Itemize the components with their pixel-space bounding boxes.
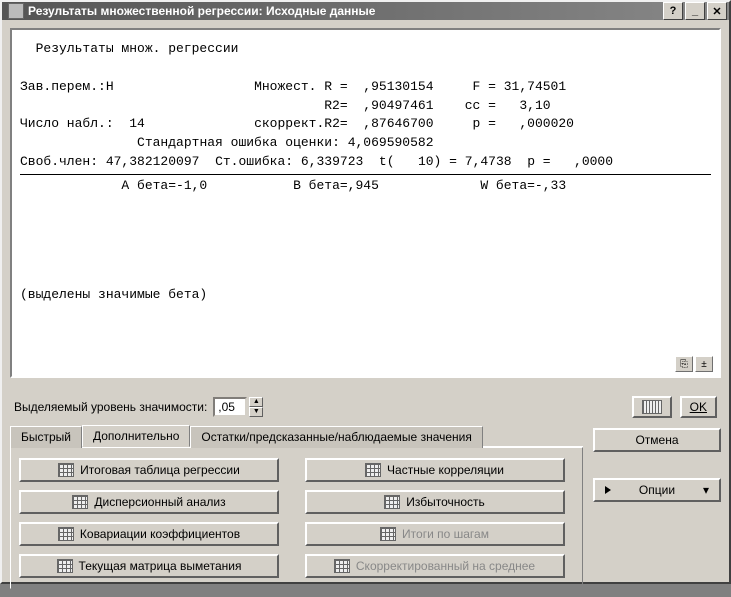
tab-residuals[interactable]: Остатки/предсказанные/наблюдаемые значен… <box>190 426 483 448</box>
table-icon <box>57 559 73 573</box>
btn-regression-summary[interactable]: Итоговая таблица регрессии <box>19 458 279 482</box>
results-panel: Результаты множ. регрессии Зав.перем.:Н … <box>10 28 721 378</box>
cancel-button[interactable]: Отмена <box>593 428 721 452</box>
table-icon <box>58 527 74 541</box>
btn-sweep-matrix[interactable]: Текущая матрица выметания <box>19 554 279 578</box>
hr <box>20 174 711 175</box>
spin-up-icon[interactable]: ▲ <box>249 397 263 407</box>
tab-quick[interactable]: Быстрый <box>10 426 82 448</box>
btn-anova[interactable]: Дисперсионный анализ <box>19 490 279 514</box>
tab-additional[interactable]: Дополнительно <box>82 425 190 447</box>
summary-icon <box>642 400 662 414</box>
table-icon <box>365 463 381 477</box>
table-icon <box>384 495 400 509</box>
alpha-label: Выделяемый уровень значимости: <box>14 400 207 414</box>
alpha-spinner[interactable]: ▲ ▼ <box>249 397 263 417</box>
table-icon <box>72 495 88 509</box>
results-heading: Результаты множ. регрессии <box>20 40 711 59</box>
table-icon <box>334 559 350 573</box>
app-icon <box>8 3 24 19</box>
spin-down-icon[interactable]: ▼ <box>249 407 263 417</box>
window-title: Результаты множественной регрессии: Исхо… <box>28 4 661 18</box>
titlebar: Результаты множественной регрессии: Исхо… <box>2 2 729 20</box>
btn-adjusted-mean: Скорректированный на среднее <box>305 554 565 578</box>
btn-covariances[interactable]: Ковариации коэффициентов <box>19 522 279 546</box>
stats-line-1: Зав.перем.:Н Множест. R = ,95130154 F = … <box>20 78 711 97</box>
tab-panel: Итоговая таблица регрессии Частные корре… <box>10 447 583 589</box>
mini-toolbar: ⎘ ± <box>675 356 713 372</box>
ok-button[interactable]: OK <box>680 396 717 418</box>
copy-icon[interactable]: ⎘ <box>675 356 693 372</box>
chevron-down-icon: ▾ <box>703 483 709 497</box>
side-column: Отмена Опции▾ <box>593 424 721 589</box>
table-icon <box>58 463 74 477</box>
options-arrow-icon <box>605 483 611 497</box>
summary-button[interactable] <box>632 396 672 418</box>
app-window: Результаты множественной регрессии: Исхо… <box>0 0 731 584</box>
stats-line-4: Стандартная ошибка оценки: 4,069590582 <box>20 134 711 153</box>
help-button[interactable]: ? <box>663 2 683 20</box>
alpha-row: Выделяемый уровень значимости: ▲ ▼ OK <box>10 390 721 424</box>
controls-panel: Выделяемый уровень значимости: ▲ ▼ OK Бы… <box>2 386 729 597</box>
stats-line-2: R2= ,90497461 сс = 3,10 <box>20 97 711 116</box>
btn-partial-correlations[interactable]: Частные корреляции <box>305 458 565 482</box>
stats-line-3: Число набл.: 14 скоррект.R2= ,87646700 p… <box>20 115 711 134</box>
footnote: (выделены значимые бета) <box>20 286 711 305</box>
close-button[interactable]: ✕ <box>707 2 727 20</box>
table-icon <box>380 527 396 541</box>
alpha-input[interactable] <box>213 397 247 417</box>
btn-redundancy[interactable]: Избыточность <box>305 490 565 514</box>
options-button[interactable]: Опции▾ <box>593 478 721 502</box>
minimize-button[interactable]: _ <box>685 2 705 20</box>
blank-line <box>20 59 711 78</box>
tab-bar: Быстрый Дополнительно Остатки/предсказан… <box>10 424 583 447</box>
beta-line: A бета=-1,0 B бета=,945 W бета=-,33 <box>20 177 711 196</box>
btn-step-summary: Итоги по шагам <box>305 522 565 546</box>
expand-icon[interactable]: ± <box>695 356 713 372</box>
stats-line-5: Своб.член: 47,382120097 Ст.ошибка: 6,339… <box>20 153 711 172</box>
